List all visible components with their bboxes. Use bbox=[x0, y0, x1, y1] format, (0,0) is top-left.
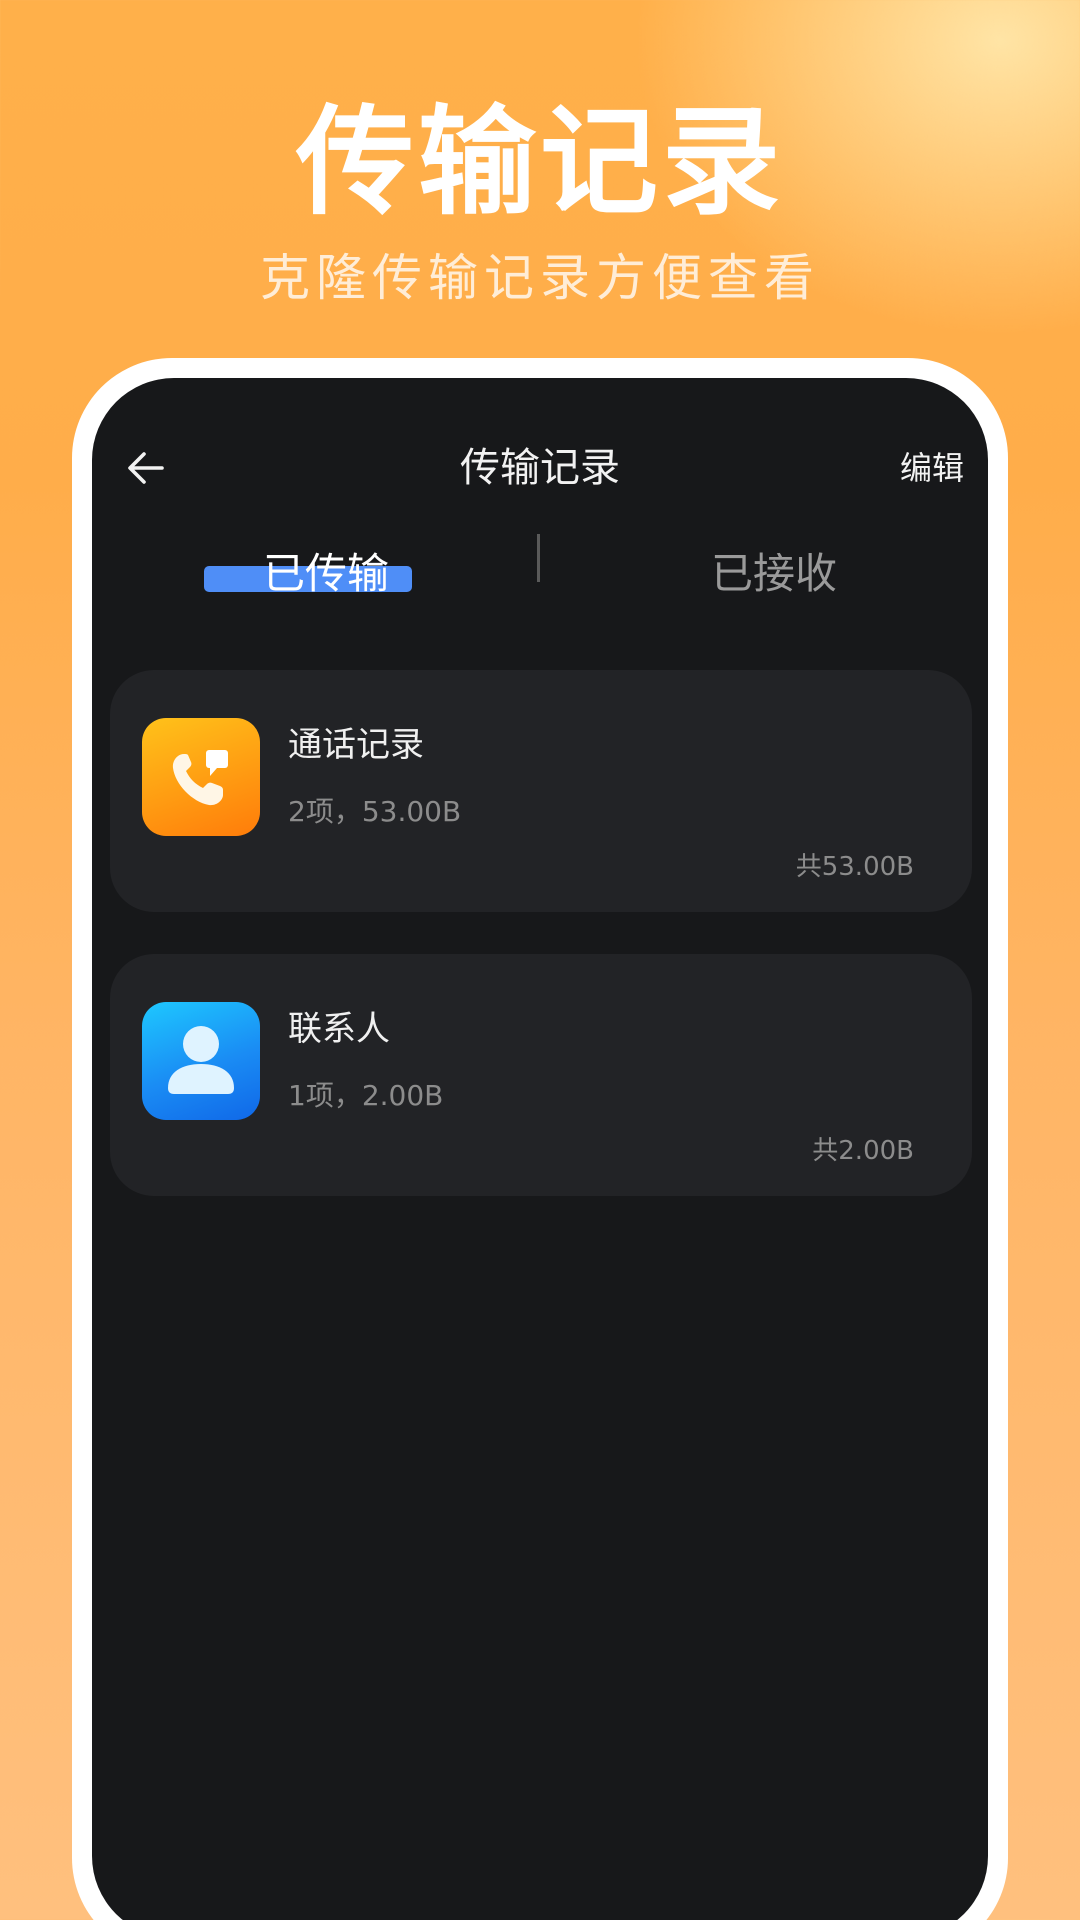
record-meta: 2项，53.00B bbox=[288, 795, 462, 828]
phone-call-icon bbox=[142, 718, 260, 836]
tab-received[interactable]: 已接收 bbox=[624, 534, 924, 614]
tab-received-label: 已接收 bbox=[710, 549, 837, 598]
record-total: 共53.00B bbox=[795, 852, 914, 882]
phone-frame: 传输记录 编辑 已传输 已接收 通话记录 2项，53.00B 共53.00B 联… bbox=[72, 358, 1008, 1920]
promo-subtitle: 克隆传输记录方便查看 bbox=[260, 249, 820, 307]
record-name: 通话记录 bbox=[288, 725, 424, 765]
edit-button[interactable]: 编辑 bbox=[900, 440, 964, 496]
record-total: 共2.00B bbox=[812, 1136, 914, 1166]
record-name: 联系人 bbox=[288, 1009, 390, 1049]
page-title: 传输记录 bbox=[460, 445, 620, 491]
app-screen: 传输记录 编辑 已传输 已接收 通话记录 2项，53.00B 共53.00B 联… bbox=[92, 378, 988, 1920]
tab-sent-label: 已传输 bbox=[262, 549, 389, 598]
record-card-contacts[interactable]: 联系人 1项，2.00B 共2.00B bbox=[110, 954, 972, 1196]
tab-divider bbox=[537, 534, 540, 582]
record-meta: 1项，2.00B bbox=[288, 1079, 444, 1112]
contact-person-icon bbox=[142, 1002, 260, 1120]
tab-sent[interactable]: 已传输 bbox=[176, 534, 476, 614]
promo-title: 传输记录 bbox=[295, 93, 784, 231]
record-card-call-log[interactable]: 通话记录 2项，53.00B 共53.00B bbox=[110, 670, 972, 912]
